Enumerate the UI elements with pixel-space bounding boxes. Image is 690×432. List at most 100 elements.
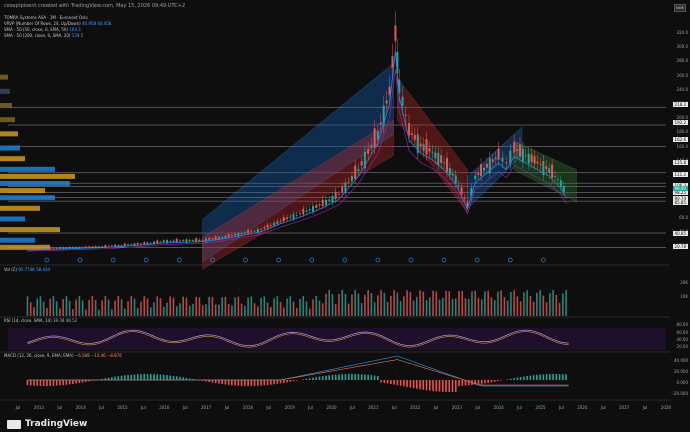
x-axis-tick-label: 2021 xyxy=(368,405,379,410)
candle xyxy=(286,217,289,220)
x-axis-tick-label: 2016 xyxy=(159,405,170,410)
macd-hist-bar xyxy=(351,374,353,380)
candle xyxy=(39,248,42,250)
tradingview-logo[interactable]: TradingView xyxy=(7,419,87,429)
volume-bar xyxy=(549,293,551,316)
x-axis-tick-label: Jul xyxy=(391,405,397,410)
macd-hist-bar xyxy=(377,375,379,380)
candle xyxy=(208,237,211,240)
macd-hist-bar xyxy=(490,380,493,383)
candle xyxy=(408,123,411,136)
macd-hist-bar xyxy=(75,380,77,384)
volume-bar xyxy=(270,306,272,316)
candle xyxy=(149,242,152,244)
volume-bar xyxy=(451,299,454,316)
volume-bar xyxy=(503,296,506,316)
macd-hist-bar xyxy=(72,380,74,384)
volume-bar xyxy=(266,302,269,316)
x-axis-tick-label: Jul xyxy=(600,405,606,410)
candle xyxy=(175,238,178,243)
volume-bar xyxy=(127,301,129,316)
macd-hist-bar xyxy=(435,380,438,392)
rsi-axis-label: 80.00 xyxy=(676,322,688,327)
volume-bar xyxy=(130,296,133,316)
candle xyxy=(497,148,500,160)
volume-bar xyxy=(532,301,535,316)
candle xyxy=(88,246,91,248)
candle xyxy=(140,243,143,245)
volume-bar xyxy=(565,290,567,316)
candle xyxy=(530,154,533,163)
macd-hist-bar xyxy=(218,380,220,384)
x-axis-tick-label: Jul xyxy=(266,405,272,410)
macd-hist-bar xyxy=(266,380,269,386)
macd-hist-bar xyxy=(549,374,551,380)
event-marker xyxy=(375,257,381,263)
macd-hist-bar xyxy=(565,374,567,380)
volume-bar xyxy=(250,296,253,316)
macd-hist-bar xyxy=(295,380,298,381)
candle xyxy=(305,210,308,212)
candle xyxy=(367,148,370,154)
volume-axis-label: 20K xyxy=(680,280,688,285)
volume-bar xyxy=(445,290,447,316)
macd-hist-bar xyxy=(111,377,113,380)
macd-hist-bar xyxy=(308,378,311,380)
volume-bar xyxy=(211,297,214,316)
event-marker xyxy=(176,257,182,263)
price-level-tag: 218.3 xyxy=(672,102,688,107)
volume-bar xyxy=(506,300,509,316)
macd-hist-bar xyxy=(175,376,178,380)
x-axis-tick-label: 2017 xyxy=(201,405,212,410)
volume-bar xyxy=(523,292,525,316)
macd-hist-bar xyxy=(428,380,431,391)
macd-hist-bar xyxy=(270,380,272,385)
candle xyxy=(431,151,434,153)
volume-bar xyxy=(458,291,460,316)
volume-bar xyxy=(399,301,402,316)
volume-bar xyxy=(302,296,305,316)
volume-bar xyxy=(179,303,181,316)
macd-hist-bar xyxy=(451,380,454,392)
macd-hist-bar xyxy=(52,380,55,386)
macd-hist-bar xyxy=(334,374,337,380)
price-level-tag: 85.85 xyxy=(672,200,688,205)
candle xyxy=(91,246,94,248)
volume-bar xyxy=(428,297,431,316)
volume-bar xyxy=(185,297,188,316)
volume-bar xyxy=(519,301,522,316)
event-marker xyxy=(276,257,281,263)
volume-bar xyxy=(393,290,395,316)
macd-hist-bar xyxy=(68,380,71,385)
candle xyxy=(536,161,539,164)
macd-hist-bar xyxy=(136,374,139,380)
price-chart[interactable] xyxy=(0,0,690,432)
volume-bar xyxy=(42,301,45,316)
candle xyxy=(188,239,191,241)
volume-bar xyxy=(36,298,39,316)
macd-axis-label: 0.000 xyxy=(676,380,688,385)
candle xyxy=(81,246,84,248)
volume-bar xyxy=(253,303,256,316)
volume-bar xyxy=(166,302,168,316)
volume-bar xyxy=(448,291,451,316)
x-axis-tick-label: Jul xyxy=(140,405,146,410)
candle xyxy=(394,25,397,41)
volume-bar xyxy=(461,291,464,316)
macd-hist-bar xyxy=(289,380,292,382)
volume-bar xyxy=(247,297,249,316)
candle xyxy=(104,245,107,248)
volume-bar xyxy=(59,308,61,316)
candle xyxy=(404,114,407,116)
x-axis-tick-label: Jul xyxy=(349,405,355,410)
volume-bar xyxy=(464,298,467,316)
candle xyxy=(545,166,548,170)
volume-bar xyxy=(552,290,554,316)
volume-bar xyxy=(334,303,337,316)
volume-profile-bar xyxy=(0,244,50,250)
volume-bar xyxy=(263,296,266,316)
macd-hist-bar xyxy=(403,380,405,387)
macd-hist-bar xyxy=(360,374,363,380)
macd-hist-bar xyxy=(282,380,285,383)
macd-hist-bar xyxy=(221,380,223,385)
